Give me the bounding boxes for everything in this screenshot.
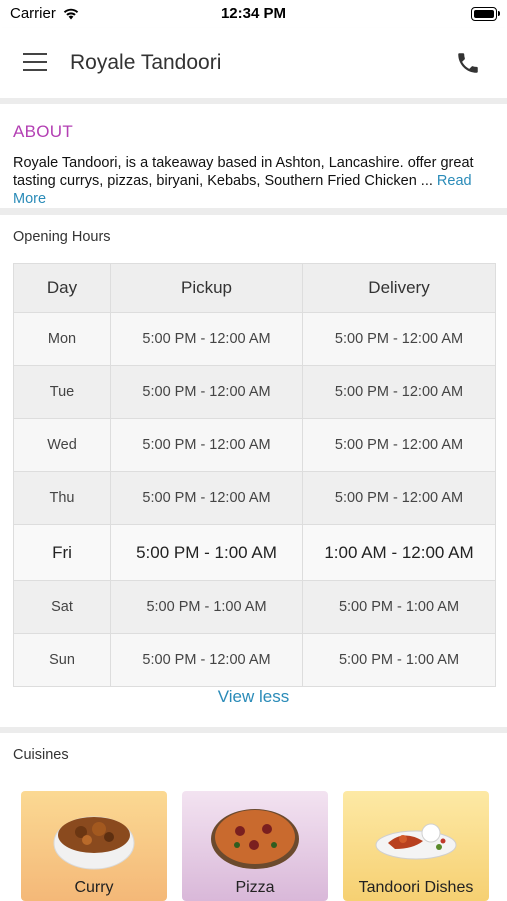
delivery-cell: 5:00 PM - 1:00 AM [302,633,496,687]
about-description: Royale Tandoori, is a takeaway based in … [13,155,474,189]
about-text: Royale Tandoori, is a takeaway based in … [13,154,499,208]
pickup-cell: 5:00 PM - 12:00 AM [110,633,303,687]
status-time: 12:34 PM [220,5,287,22]
pickup-cell: 5:00 PM - 12:00 AM [110,471,303,525]
delivery-cell: 5:00 PM - 1:00 AM [302,580,496,634]
cuisines-section: Cuisines Curry Pizza Tandoori Dishes [0,733,507,901]
day-cell: Tue [13,365,111,419]
about-heading: ABOUT [13,122,74,141]
delivery-cell: 5:00 PM - 12:00 AM [302,471,496,525]
table-row: Wed 5:00 PM - 12:00 AM 5:00 PM - 12:00 A… [13,418,496,472]
cuisine-card-pizza[interactable]: Pizza [182,791,328,901]
table-header-row: Day Pickup Delivery [13,263,496,313]
table-row: Thu 5:00 PM - 12:00 AM 5:00 PM - 12:00 A… [13,471,496,525]
status-bar: Carrier 12:34 PM [0,0,507,28]
pickup-cell: 5:00 PM - 1:00 AM [110,524,303,581]
battery-icon [471,7,500,21]
pickup-cell: 5:00 PM - 12:00 AM [110,312,303,366]
about-section: ABOUT Royale Tandoori, is a takeaway bas… [0,104,507,208]
table-row: Sat 5:00 PM - 1:00 AM 5:00 PM - 1:00 AM [13,580,496,634]
delivery-cell: 5:00 PM - 12:00 AM [302,418,496,472]
delivery-cell: 5:00 PM - 12:00 AM [302,312,496,366]
table-row-today: Fri 5:00 PM - 1:00 AM 1:00 AM - 12:00 AM [13,524,496,581]
day-cell: Mon [13,312,111,366]
phone-icon[interactable] [455,50,481,76]
table-row: Tue 5:00 PM - 12:00 AM 5:00 PM - 12:00 A… [13,365,496,419]
day-cell: Sat [13,580,111,634]
pickup-cell: 5:00 PM - 12:00 AM [110,418,303,472]
day-cell: Thu [13,471,111,525]
cuisine-card-curry[interactable]: Curry [21,791,167,901]
opening-hours-section: Opening Hours Day Pickup Delivery Mon 5:… [0,215,507,727]
opening-hours-table: Day Pickup Delivery Mon 5:00 PM - 12:00 … [13,263,496,687]
day-cell: Wed [13,418,111,472]
cuisines-heading: Cuisines [13,747,69,763]
cuisine-name: Curry [74,879,114,896]
column-header-pickup: Pickup [110,263,303,313]
menu-icon[interactable] [23,53,47,71]
page-title: Royale Tandoori [70,51,222,74]
nav-bar: Royale Tandoori [0,28,507,98]
day-cell: Sun [13,633,111,687]
pickup-cell: 5:00 PM - 12:00 AM [110,365,303,419]
column-header-delivery: Delivery [302,263,496,313]
delivery-cell: 1:00 AM - 12:00 AM [302,524,496,581]
cuisine-card-tandoori-dishes[interactable]: Tandoori Dishes [343,791,489,901]
column-header-day: Day [13,263,111,313]
divider [0,208,507,215]
pizza-icon [211,809,299,869]
table-row: Mon 5:00 PM - 12:00 AM 5:00 PM - 12:00 A… [13,312,496,366]
cuisine-name: Pizza [235,879,275,896]
pickup-cell: 5:00 PM - 1:00 AM [110,580,303,634]
curry-bowl-icon [53,816,135,870]
tandoori-plate-icon [375,823,457,860]
day-cell: Fri [13,524,111,581]
table-row: Sun 5:00 PM - 12:00 AM 5:00 PM - 1:00 AM [13,633,496,687]
opening-hours-heading: Opening Hours [13,229,111,245]
view-less-link[interactable]: View less [0,687,507,707]
cuisine-name: Tandoori Dishes [358,879,474,896]
delivery-cell: 5:00 PM - 12:00 AM [302,365,496,419]
